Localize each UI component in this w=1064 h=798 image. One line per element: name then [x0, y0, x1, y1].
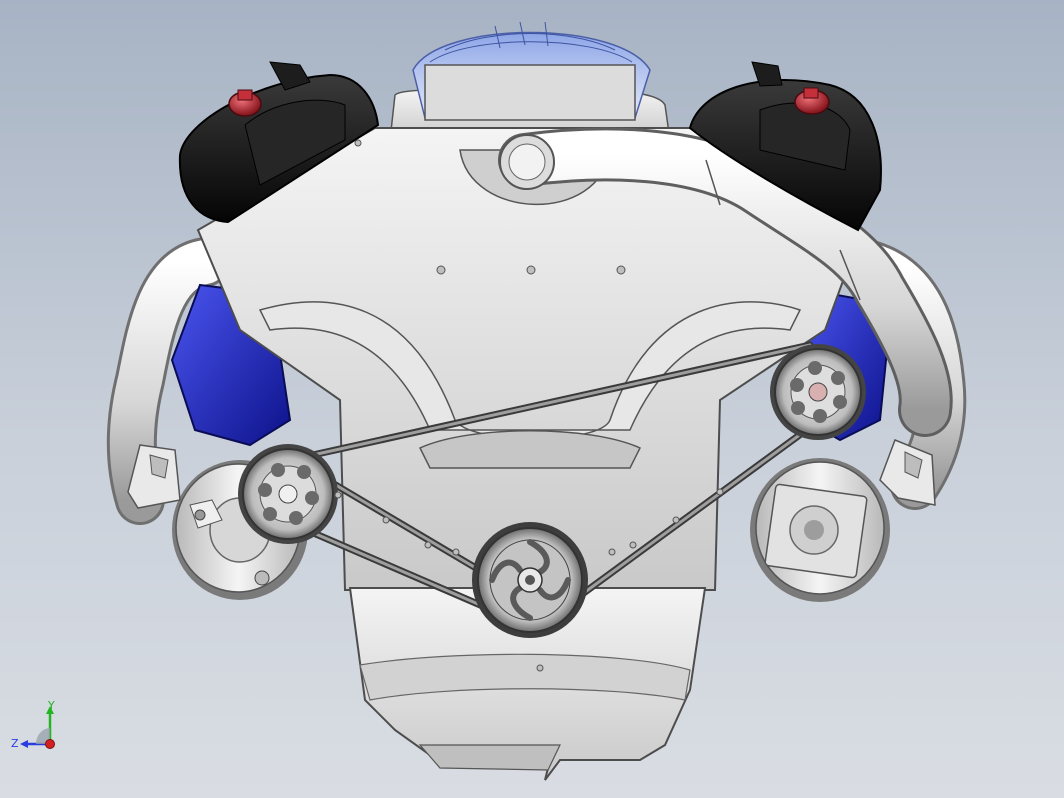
cad-viewport[interactable]: Y Z: [0, 0, 1064, 798]
idler-pulley[interactable]: [770, 344, 866, 440]
x-axis-dot: [45, 739, 55, 749]
orientation-triad: Y Z: [8, 700, 68, 760]
triad-axes: [20, 706, 55, 749]
z-axis-arrow: [20, 740, 28, 748]
alternator-pulley[interactable]: [238, 444, 338, 544]
z-axis-label: Z: [11, 737, 19, 750]
engine-model[interactable]: [0, 0, 1064, 798]
crankshaft-pulley[interactable]: [472, 522, 588, 638]
turbocharger-right[interactable]: [750, 458, 890, 602]
y-axis-label: Y: [48, 699, 55, 712]
intake-plenum[interactable]: [389, 21, 671, 141]
